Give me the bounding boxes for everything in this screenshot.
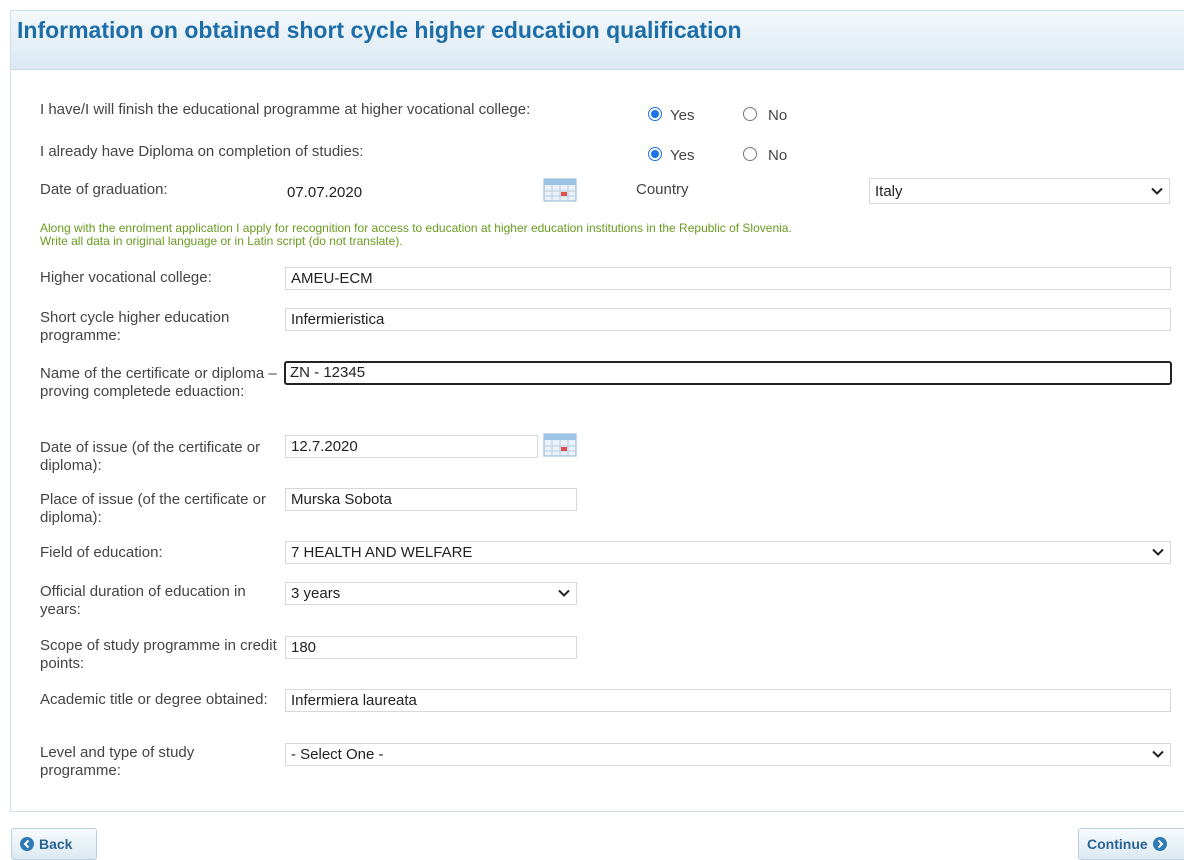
issue-date-label: Date of issue (of the certificate or dip… bbox=[40, 439, 261, 474]
chevron-down-icon bbox=[1152, 548, 1164, 556]
college-yes-radio[interactable] bbox=[648, 107, 662, 121]
issue-place-input[interactable]: Murska Sobota bbox=[285, 488, 577, 511]
continue-button-label: Continue bbox=[1087, 836, 1148, 852]
college-no-radio[interactable] bbox=[743, 107, 757, 121]
level-label: Level and type of study programme: bbox=[40, 744, 195, 779]
arrow-left-circle-icon bbox=[20, 837, 34, 851]
diploma-question-label: I already have Diploma on completion of … bbox=[40, 143, 364, 160]
graduation-date-input[interactable]: 07.07.2020 bbox=[281, 181, 539, 204]
academic-title-label: Academic title or degree obtained: bbox=[40, 691, 268, 708]
chevron-down-icon bbox=[558, 589, 570, 597]
field-of-education-select[interactable]: 7 HEALTH AND WELFARE bbox=[285, 541, 1171, 564]
calendar-icon[interactable] bbox=[543, 178, 577, 202]
arrow-right-circle-icon bbox=[1152, 837, 1167, 851]
duration-select[interactable]: 3 years bbox=[285, 582, 577, 605]
programme-label: Short cycle higher education programme: bbox=[40, 309, 230, 344]
certificate-label: Name of the certificate or diploma – pro… bbox=[40, 365, 277, 400]
continue-button[interactable]: Continue bbox=[1078, 828, 1184, 860]
programme-input[interactable]: Infermieristica bbox=[285, 308, 1171, 331]
college-input[interactable]: AMEU-ECM bbox=[285, 267, 1171, 290]
back-button-label: Back bbox=[39, 836, 73, 852]
field-of-education-label: Field of education: bbox=[40, 544, 163, 561]
issue-place-label: Place of issue (of the certificate or di… bbox=[40, 491, 266, 526]
language-note: Write all data in original language or i… bbox=[40, 234, 403, 248]
level-value: - Select One - bbox=[291, 746, 384, 763]
graduation-date-label: Date of graduation: bbox=[40, 181, 168, 198]
college-no-label: No bbox=[768, 107, 788, 124]
credits-input[interactable]: 180 bbox=[285, 636, 577, 659]
back-button[interactable]: Back bbox=[11, 828, 97, 860]
diploma-yes-label: Yes bbox=[670, 147, 695, 164]
college-question-label: I have/I will finish the educational pro… bbox=[40, 101, 531, 118]
level-select[interactable]: - Select One - bbox=[285, 743, 1171, 766]
diploma-no-radio[interactable] bbox=[743, 147, 757, 161]
issue-date-input[interactable]: 12.7.2020 bbox=[285, 435, 538, 458]
duration-value: 3 years bbox=[291, 585, 341, 602]
diploma-yes-radio[interactable] bbox=[648, 147, 662, 161]
certificate-input[interactable]: ZN - 12345 bbox=[284, 361, 1172, 385]
country-select-value: Italy bbox=[875, 183, 903, 200]
page-title: Information on obtained short cycle high… bbox=[17, 17, 742, 43]
chevron-down-icon bbox=[1152, 750, 1164, 758]
credits-label: Scope of study programme in credit point… bbox=[40, 637, 277, 672]
country-label: Country bbox=[636, 181, 689, 198]
diploma-no-label: No bbox=[768, 147, 788, 164]
academic-title-input[interactable]: Infermiera laureata bbox=[285, 689, 1171, 712]
chevron-down-icon bbox=[1151, 187, 1163, 195]
field-of-education-value: 7 HEALTH AND WELFARE bbox=[291, 544, 473, 561]
calendar-icon[interactable] bbox=[543, 433, 577, 457]
college-label: Higher vocational college: bbox=[40, 269, 212, 286]
country-select[interactable]: Italy bbox=[869, 178, 1170, 204]
duration-label: Official duration of education in years: bbox=[40, 583, 246, 618]
college-yes-label: Yes bbox=[670, 107, 695, 124]
